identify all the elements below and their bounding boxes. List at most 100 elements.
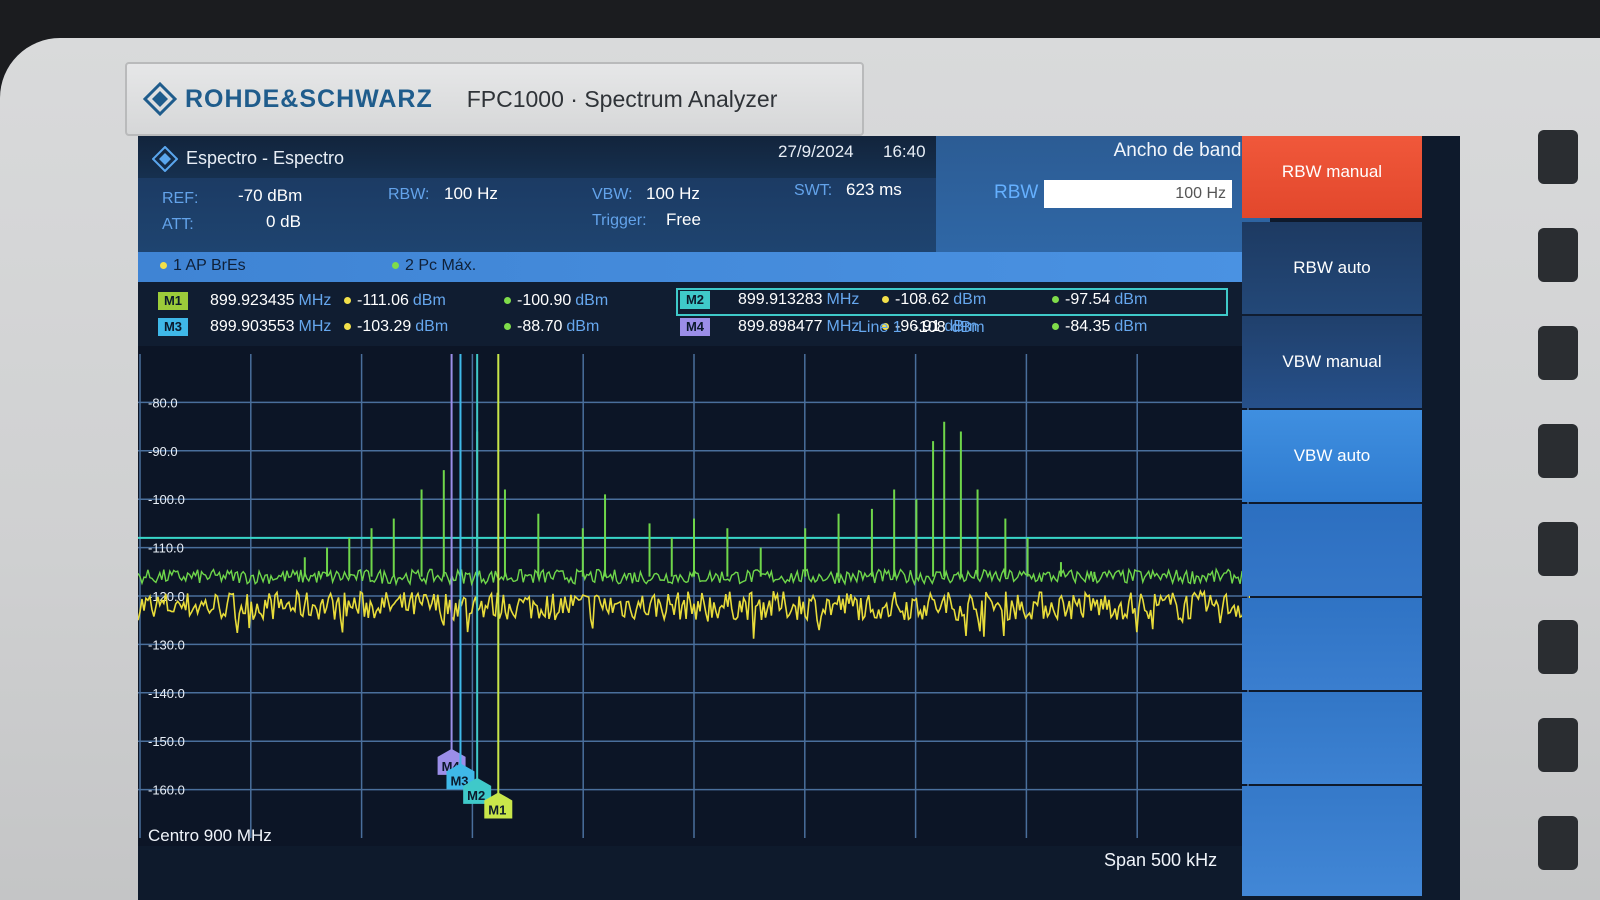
date-display: 27/9/2024 [778,142,854,161]
marker-m3-freq: 899.903553 MHz [210,318,331,336]
marker-m2-trace1-unit: dBm [953,291,987,308]
marker-m3-freq-unit: MHz [298,318,332,335]
rbw-input[interactable] [1044,180,1232,208]
ref-label: REF: [162,190,199,207]
marker-m2-freq: 899.913283 MHz [738,291,859,309]
marker-m1-trace1-unit: dBm [412,292,446,309]
y-tick-label: -150.0 [148,734,185,749]
marker-m4-trace2: -84.35 dBm [1052,318,1147,336]
display-line-readout: Line 1 -108 dBm [858,319,985,337]
y-tick-label: -110.0 [148,541,184,556]
softkey-rbw-manual[interactable]: RBW manual [1242,136,1422,218]
hardware-softkey-2[interactable] [1538,228,1578,282]
softkey-empty-8[interactable] [1242,786,1422,896]
marker-m1-trace2-unit: dBm [575,292,609,309]
marker-m1-trace1-value: -111.06 [357,292,409,309]
marker-m2-freq-unit: MHz [826,291,860,308]
marker-m1-tag[interactable]: M1 [158,292,188,310]
swt-value[interactable]: 623 ms [846,180,902,200]
brand-name: ROHDE&SCHWARZ [185,84,433,113]
softkey-panel: RBW manual RBW auto VBW manual VBW auto [1242,136,1460,900]
y-tick-label: -100.0 [148,492,185,507]
line1-label: Line 1 [858,319,902,336]
hardware-softkey-8[interactable] [1538,816,1578,870]
marker-m2-trace1-value: -108.62 [895,291,950,308]
y-tick-label: -90.0 [148,444,178,459]
bandwidth-rbw-label: RBW [994,182,1039,203]
line1-unit: dBm [951,319,985,336]
rbw-label: RBW: [388,186,430,203]
marker-m2-trace1: -108.62 dBm [882,291,986,309]
marker-m2-freq-value: 899.913283 [738,291,823,308]
marker-m4-freq-unit: MHz [826,318,860,335]
rbw-value[interactable]: 100 Hz [444,184,498,204]
span-readout[interactable]: Span 500 kHz [1104,850,1217,871]
marker-m2-trace2-unit: dBm [1114,291,1148,308]
trace-legend-bar: 1 AP BrEs 2 Pc Máx. [138,252,1270,282]
analyzer-screen: Espectro - Espectro 27/9/2024 16:40 REF:… [138,136,1460,900]
ref-value[interactable]: -70 dBm [238,186,302,206]
hardware-softkey-4[interactable] [1538,424,1578,478]
hardware-softkey-3[interactable] [1538,326,1578,380]
model-name: FPC1000 · Spectrum Analyzer [466,85,778,112]
rohde-schwarz-logo-icon [143,82,177,116]
softkey-empty-5[interactable] [1242,504,1422,596]
softkey-rbw-auto[interactable]: RBW auto [1242,222,1422,314]
trace-2-label: 2 Pc Máx. [405,257,477,274]
marker-m3-tag[interactable]: M3 [158,318,188,336]
trigger-label: Trigger: [592,212,647,229]
spectrum-plot[interactable]: -80.0-90.0-100.0-110.0-120.0-130.0-140.0… [138,346,1250,846]
marker-m2-trace2-value: -97.54 [1065,291,1111,308]
hardware-softkey-6[interactable] [1538,620,1578,674]
marker-flag-label: M1 [488,802,506,817]
marker-table: M1 899.923435 MHz -111.06 dBm -100.90 dBm M… [138,282,1270,352]
marker-m4-tag[interactable]: M4 [680,318,710,336]
marker-m1-trace2: -100.90 dBm [504,292,608,310]
y-tick-label: -140.0 [148,686,185,701]
marker-m1-freq-unit: MHz [298,292,332,309]
hardware-softkey-1[interactable] [1538,130,1578,184]
vbw-value[interactable]: 100 Hz [646,184,700,204]
vbw-label: VBW: [592,186,633,203]
time-display: 16:40 [883,142,926,161]
marker-flag-label: M2 [467,788,485,803]
marker-m3-trace1-value: -103.29 [357,318,412,335]
mode-title: Espectro - Espectro [186,148,345,168]
softkey-empty-6[interactable] [1242,598,1422,690]
app-diamond-icon [151,145,179,177]
instrument-header-plate: ROHDE&SCHWARZ FPC1000 · Spectrum Analyze… [125,62,864,136]
marker-m1-freq-value: 899.923435 [210,292,295,309]
softkey-empty-7[interactable] [1242,692,1422,784]
line1-value: -108 [913,319,946,336]
y-tick-label: -130.0 [148,637,185,652]
marker-m2-tag[interactable]: M2 [680,291,710,309]
marker-m4-freq-value: 899.898477 [738,318,823,335]
trigger-value[interactable]: Free [666,210,701,230]
bandwidth-panel: Ancho de banda RBW [936,136,1270,252]
att-label: ATT: [162,216,194,233]
marker-m4-freq: 899.898477 MHz [738,318,859,336]
marker-m3-trace2-value: -88.70 [517,318,563,335]
marker-m4-trace2-unit: dBm [1114,318,1148,335]
center-frequency[interactable]: Centro 900 MHz [148,826,272,846]
trace-1-legend: 1 AP BrEs [160,257,246,275]
marker-m1-trace1: -111.06 dBm [344,292,446,310]
trace-1-label: 1 AP BrEs [173,257,246,274]
y-tick-label: -160.0 [148,783,185,798]
marker-m4-trace2-value: -84.35 [1065,318,1111,335]
marker-m3-trace2-unit: dBm [566,318,600,335]
marker-m1-freq: 899.923435 MHz [210,292,331,310]
marker-m3-freq-value: 899.903553 [210,318,295,335]
marker-m3-trace1: -103.29 dBm [344,318,448,336]
softkey-vbw-auto[interactable]: VBW auto [1242,410,1422,502]
att-value[interactable]: 0 dB [266,212,301,232]
swt-label: SWT: [794,182,833,199]
marker-m3-trace1-unit: dBm [415,318,449,335]
marker-m1-trace2-value: -100.90 [517,292,572,309]
marker-m3-trace2: -88.70 dBm [504,318,599,336]
trace-2-legend: 2 Pc Máx. [392,257,476,275]
hardware-softkey-5[interactable] [1538,522,1578,576]
softkey-vbw-manual[interactable]: VBW manual [1242,316,1422,408]
hardware-softkey-7[interactable] [1538,718,1578,772]
bandwidth-panel-title: Ancho de banda [1113,140,1252,161]
